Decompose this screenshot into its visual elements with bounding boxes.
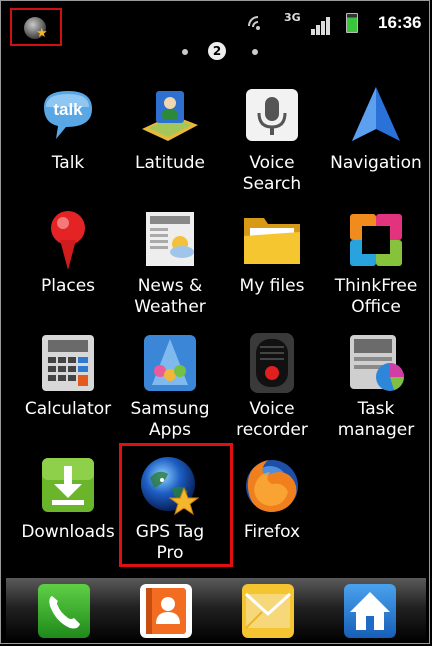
signal-icon <box>311 16 331 35</box>
star-icon: ★ <box>36 26 48 41</box>
app-downloads[interactable]: Downloads <box>18 454 118 543</box>
home-icon[interactable] <box>344 584 396 638</box>
latitude-icon <box>138 85 202 149</box>
page-indicator: 2 <box>176 42 258 62</box>
app-label: Talk <box>51 153 85 173</box>
app-calculator[interactable]: Calculator <box>18 331 118 420</box>
current-page: 2 <box>208 42 226 60</box>
messaging-icon[interactable] <box>242 584 294 638</box>
app-label: Calculator <box>24 399 112 419</box>
calculator-icon <box>36 331 100 395</box>
app-label: Firefox <box>243 522 301 542</box>
app-voice-recorder[interactable]: Voice recorder <box>222 331 322 441</box>
dock <box>6 578 426 642</box>
svg-text:talk: talk <box>53 100 83 119</box>
download-icon <box>36 454 100 518</box>
app-samsung-apps[interactable]: Samsung Apps <box>120 331 220 441</box>
places-pin-icon <box>36 208 100 272</box>
app-navigation[interactable]: Navigation <box>326 85 426 174</box>
thinkfree-office-icon <box>344 208 408 272</box>
app-places[interactable]: Places <box>18 208 118 297</box>
firefox-icon <box>240 454 304 518</box>
wifi-icon <box>248 16 260 30</box>
app-firefox[interactable]: Firefox <box>222 454 322 543</box>
app-label: Latitude <box>135 153 205 173</box>
folder-icon <box>240 208 304 272</box>
contacts-icon[interactable] <box>140 584 192 638</box>
app-news-weather[interactable]: News & Weather <box>120 208 220 318</box>
app-label: News & Weather <box>134 276 206 317</box>
battery-icon <box>346 13 358 33</box>
samsung-apps-icon <box>138 331 202 395</box>
phone-icon[interactable] <box>38 584 90 638</box>
app-label: ThinkFree Office <box>334 276 418 317</box>
navigation-arrow-icon <box>344 85 408 149</box>
app-label: My files <box>239 276 305 296</box>
app-label: Voice Search <box>242 153 302 194</box>
highlight-box <box>119 443 233 567</box>
page-dot <box>252 49 258 55</box>
app-voice-search[interactable]: Voice Search <box>222 85 322 195</box>
app-label: Places <box>40 276 96 296</box>
microphone-icon <box>240 85 304 149</box>
app-label: Downloads <box>21 522 115 542</box>
app-label: Task manager <box>337 399 415 440</box>
clock: 16:36 <box>378 13 422 32</box>
app-task-manager[interactable]: Task manager <box>326 331 426 441</box>
app-label: Voice recorder <box>236 399 308 440</box>
app-my-files[interactable]: My files <box>222 208 322 297</box>
network-type: 3G <box>284 11 301 24</box>
newspaper-icon <box>138 208 202 272</box>
talk-icon: talk <box>36 85 100 149</box>
app-label: Samsung Apps <box>130 399 210 440</box>
app-talk[interactable]: talk Talk <box>18 85 118 174</box>
app-thinkfree-office[interactable]: ThinkFree Office <box>326 208 426 318</box>
app-latitude[interactable]: Latitude <box>120 85 220 174</box>
page-dot <box>182 49 188 55</box>
task-manager-icon <box>344 331 408 395</box>
notification-gps-tag-pro[interactable]: ★ <box>10 8 62 46</box>
app-label: Navigation <box>330 153 422 173</box>
status-bar[interactable]: ★ 3G 16:36 <box>6 4 426 46</box>
voice-recorder-icon <box>240 331 304 395</box>
